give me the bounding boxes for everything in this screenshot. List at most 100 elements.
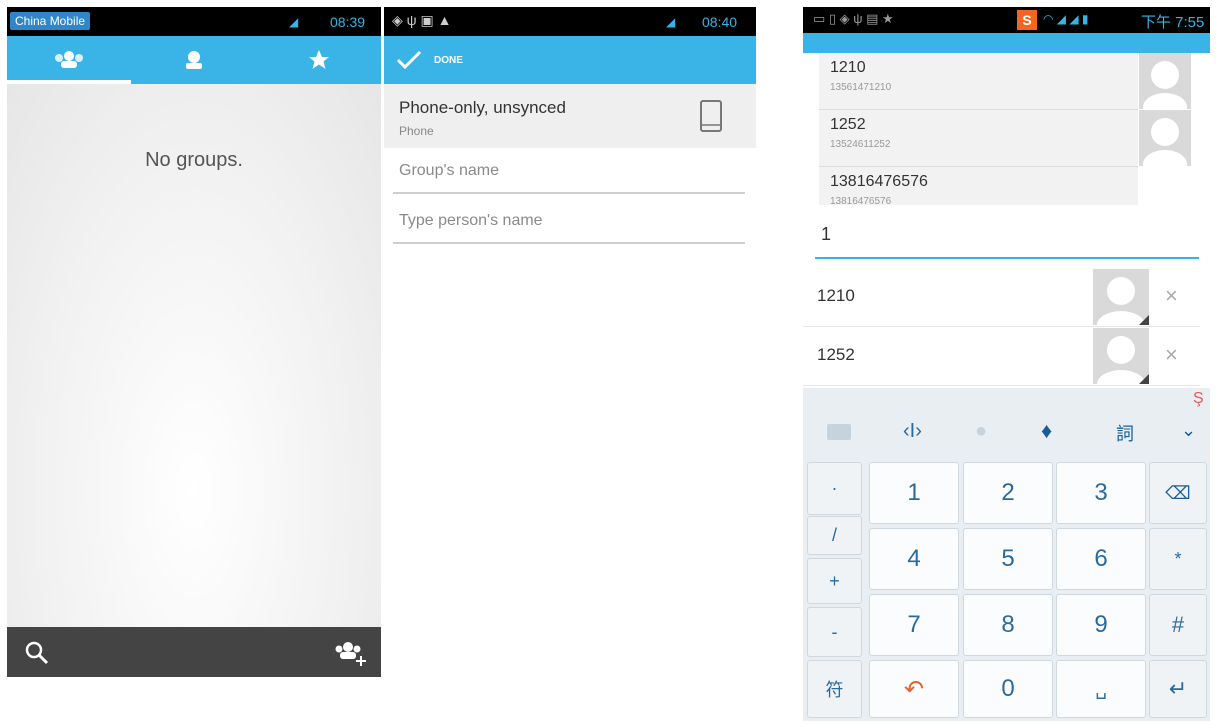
- avatar: [1139, 110, 1191, 166]
- done-label: DONE: [434, 54, 463, 66]
- keyboard-toolbar: ‹I› ● ♦ 詞 ⌄: [803, 410, 1210, 460]
- person-placeholder-icon: [1143, 118, 1187, 166]
- key-dot[interactable]: ·: [807, 462, 862, 515]
- member-name: 1210: [817, 286, 855, 305]
- key-5[interactable]: 5: [963, 528, 1053, 590]
- screen-groups: China Mobile ◢ 08:39 No groups.: [7, 7, 381, 677]
- undo-arrow-icon: ↶: [903, 675, 925, 703]
- add-group-button[interactable]: [333, 639, 367, 667]
- key-7[interactable]: 7: [869, 594, 959, 656]
- person-name-field[interactable]: Type person's name: [393, 212, 745, 244]
- suggestion-item[interactable]: 1252 13524611252: [819, 110, 1191, 167]
- search-button[interactable]: [23, 639, 51, 667]
- person-placeholder-icon: [1143, 61, 1187, 109]
- suggestion-phone: 13561471210: [830, 82, 892, 93]
- key-8[interactable]: 8: [963, 594, 1053, 656]
- suggestion-name: 13816476576: [830, 173, 928, 190]
- key-undo[interactable]: ↶: [869, 660, 959, 718]
- status-time: 下午 7:55: [1141, 14, 1205, 31]
- remove-member-button[interactable]: ×: [1165, 342, 1178, 368]
- key-6[interactable]: 6: [1056, 528, 1146, 590]
- key-asterisk[interactable]: *: [1149, 528, 1207, 590]
- dictionary-icon[interactable]: 詞: [1116, 420, 1134, 446]
- phone-device-icon: [700, 100, 722, 132]
- person-placeholder-icon: [1097, 336, 1149, 384]
- done-button[interactable]: DONE: [396, 46, 463, 74]
- key-enter[interactable]: ↵: [1149, 660, 1207, 718]
- favorites-tab-icon: [308, 50, 329, 69]
- backspace-icon: ⌫: [1165, 482, 1191, 503]
- notification-icons: ▭ ▯ ◈ ψ ▤ ★: [813, 11, 894, 26]
- suggestion-name: 1252: [830, 116, 866, 133]
- contacts-tab-icon: [185, 51, 202, 69]
- account-row: Phone-only, unsynced Phone: [384, 84, 756, 148]
- suggestion-item[interactable]: 13816476576 13816476576: [819, 167, 1138, 205]
- tab-groups[interactable]: [7, 36, 131, 84]
- suggestion-name: 1210: [830, 59, 866, 76]
- groups-tab-icon: [55, 51, 83, 68]
- cursor-icon[interactable]: ‹I›: [903, 420, 922, 443]
- input-value: 1: [821, 224, 832, 244]
- tab-bar: [7, 36, 381, 84]
- keyboard-icon[interactable]: [827, 424, 851, 440]
- person-placeholder-icon: [1097, 277, 1149, 325]
- key-slash[interactable]: /: [807, 516, 862, 555]
- member-name: 1252: [817, 345, 855, 364]
- suggestion-item[interactable]: 1210 13561471210: [819, 53, 1191, 110]
- key-hash[interactable]: #: [1149, 594, 1207, 656]
- space-icon: ␣: [1095, 678, 1107, 699]
- collapse-icon[interactable]: ⌄: [1181, 420, 1196, 441]
- key-3[interactable]: 3: [1056, 462, 1146, 524]
- account-subtitle: Phone: [399, 124, 434, 138]
- status-time: 08:39: [330, 14, 366, 30]
- status-time: 08:40: [702, 14, 738, 30]
- avatar: [1093, 328, 1149, 384]
- signal-icon: ◢: [666, 15, 676, 29]
- checkmark-icon: [396, 50, 422, 70]
- key-9[interactable]: 9: [1056, 594, 1146, 656]
- notification-icons: ◈ ψ ▣ ▲: [392, 12, 452, 28]
- skin-icon[interactable]: ♦: [1041, 418, 1052, 444]
- key-4[interactable]: 4: [869, 528, 959, 590]
- search-icon: [25, 641, 49, 665]
- action-bar: DONE: [384, 36, 756, 84]
- bottom-action-bar: [7, 627, 381, 677]
- remove-member-button[interactable]: ×: [1165, 283, 1178, 309]
- action-bar: [803, 33, 1210, 53]
- key-minus[interactable]: -: [807, 607, 862, 657]
- mic-icon[interactable]: ●: [975, 420, 987, 443]
- close-icon: ×: [1165, 342, 1178, 367]
- member-search-input[interactable]: 1: [815, 215, 1199, 259]
- avatar: [1093, 269, 1149, 325]
- member-row: 1252 ×: [803, 327, 1200, 386]
- key-space[interactable]: ␣: [1056, 660, 1146, 718]
- key-symbols[interactable]: 符: [807, 660, 862, 718]
- group-name-field[interactable]: Group's name: [393, 162, 745, 194]
- signal-icon: ◢: [289, 15, 299, 29]
- enter-icon: ↵: [1168, 676, 1188, 701]
- groups-content: No groups.: [7, 84, 381, 627]
- screen-new-group: ◈ ψ ▣ ▲ ◢ 08:40 DONE Phone-only, unsynce…: [384, 7, 756, 677]
- avatar: [1139, 53, 1191, 109]
- key-plus[interactable]: +: [807, 558, 862, 604]
- status-bar: ▭ ▯ ◈ ψ ▤ ★ S ◠ ◢ ◢ ▮ 下午 7:55: [803, 7, 1210, 33]
- key-0[interactable]: 0: [963, 660, 1053, 718]
- tab-contacts[interactable]: [131, 36, 256, 84]
- wifi-signal-icons: ◠ ◢ ◢ ▮: [1043, 12, 1089, 26]
- carrier-label: China Mobile: [10, 12, 91, 30]
- empty-message: No groups.: [145, 149, 243, 171]
- tab-favorites[interactable]: [256, 36, 381, 84]
- suggestion-phone: 13816476576: [830, 196, 892, 205]
- key-backspace[interactable]: ⌫: [1149, 462, 1207, 524]
- status-bar: China Mobile ◢ 08:39: [7, 7, 381, 36]
- keyboard: Ş ‹I› ● ♦ 詞 ⌄ · / + - 1 2 3 4 5 6 7 8 9 …: [803, 388, 1210, 721]
- add-group-icon: [335, 642, 366, 666]
- member-row: 1210 ×: [803, 268, 1200, 327]
- close-icon: ×: [1165, 283, 1178, 308]
- account-title: Phone-only, unsynced: [399, 98, 566, 117]
- key-1[interactable]: 1: [869, 462, 959, 524]
- key-2[interactable]: 2: [963, 462, 1053, 524]
- suggestion-phone: 13524611252: [830, 139, 891, 150]
- sogou-icon: S: [1017, 10, 1037, 30]
- ime-logo-icon: Ş: [1193, 390, 1204, 407]
